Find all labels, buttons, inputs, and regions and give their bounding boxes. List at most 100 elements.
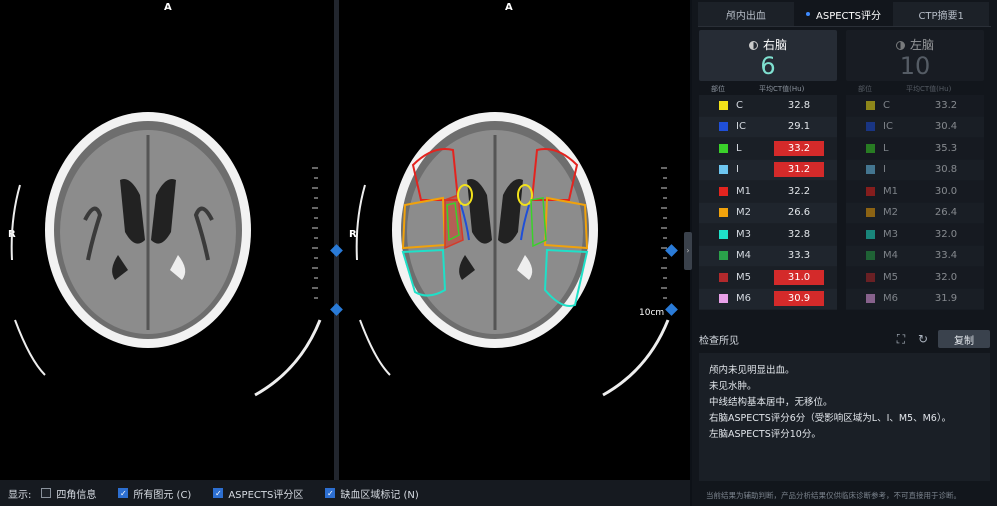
region-ct-value: 35.3 [934,142,958,154]
refresh-icon[interactable]: ↻ [916,332,930,346]
table-row: M4 33.3 [699,245,837,267]
ct-brain-aspects-overlay [355,112,670,397]
table-row: M6 31.9 [846,288,984,310]
region-ct-value: 33.2 [934,99,958,111]
region-color-swatch [866,294,875,304]
region-name: I [883,164,886,176]
option-corner-info[interactable]: 四角信息 [41,486,96,501]
tab-hemorrhage[interactable]: 颅内出血 [698,2,794,26]
brain-half-icon [895,41,905,50]
findings-text[interactable]: 颅内未见明显出血。 未见水肿。 中线结构基本居中，无移位。 右脑ASPECTS评分6分… [699,353,990,481]
hemisphere-header: 右脑 6 [699,30,837,81]
panel-collapse-toggle[interactable]: › [684,232,692,270]
region-name: M2 [883,207,898,219]
checkbox[interactable]: ✓ [213,488,224,498]
findings-section: 检查所见 ⛶ ↻ 复制 颅内未见明显出血。 未见水肿。 中线结构基本居中，无移位。右… [699,325,990,481]
tab-ctp[interactable]: CTP摘要1 [893,2,990,26]
table-row: M5 32.0 [846,267,984,289]
table-row: IC 29.1 [699,116,837,138]
region-ct-value: 30.4 [934,121,958,133]
scale-label: 10cm [639,308,665,318]
table-row: M5 31.0 [699,267,837,289]
display-label: 显示: [8,489,32,501]
region-color-swatch [719,272,728,282]
region-name: M3 [883,228,898,240]
region-color-swatch [866,186,875,196]
active-dot [806,12,811,16]
region-color-swatch [719,208,728,218]
region-color-swatch [719,294,728,304]
table-row: M1 30.0 [846,181,984,203]
table-row: C 33.2 [846,95,984,117]
tab-aspects[interactable]: ASPECTS评分 [795,2,892,26]
region-ct-value: 31.9 [934,293,958,305]
region-ct-value: 26.6 [787,207,811,219]
region-ct-value: 32.2 [787,185,811,197]
brain-half-icon [748,41,758,50]
viewport-left[interactable]: A R [0,0,336,480]
region-name: IC [883,121,893,133]
region-color-swatch [719,186,728,196]
table-row: M3 32.8 [699,224,837,246]
region-ct-value: 32.0 [934,228,958,240]
analysis-panel: 颅内出血 ASPECTS评分 CTP摘要1 右脑 6 部位 平均CT值(Hu) C… [692,0,997,506]
table-row: M1 32.2 [699,181,837,203]
region-ct-value: 26.4 [934,207,958,219]
table-row: C 32.8 [699,95,837,117]
region-table: C 32.8 IC 29.1 L 33.2 I 31.2 M1 32.2 M2 26.6 M3 32.8 M… [699,95,837,310]
region-name: M4 [883,250,898,262]
region-color-swatch [866,100,875,110]
table-row: L 33.2 [699,138,837,160]
region-color-swatch [866,208,875,218]
option-aspects-regions[interactable]: ✓ ASPECTS评分区 [213,486,303,501]
findings-line: 左脑ASPECTS评分10分。 [709,429,821,440]
checkbox[interactable] [41,488,52,498]
option-all-annotations[interactable]: ✓ 所有图元 (C) [118,486,191,501]
right-hemisphere-card[interactable]: 右脑 6 部位 平均CT值(Hu) C 32.8 IC 29.1 L 33.2 I 31.2 M1… [699,30,837,310]
region-ct-value: 31.0 [774,269,824,285]
findings-title: 检查所见 [699,335,739,347]
checkbox[interactable]: ✓ [325,488,336,498]
region-name: M2 [736,207,751,219]
region-ct-value: 30.8 [934,164,958,176]
viewport-right[interactable]: A R 10cm [343,0,685,480]
region-name: M5 [883,271,898,283]
copy-button[interactable]: 复制 [938,330,990,348]
left-hemisphere-card[interactable]: 左脑 10 部位 平均CT值(Hu) C 33.2 IC 30.4 L 35.3 I 30.8 M… [846,30,984,310]
region-color-swatch [866,122,875,132]
region-name: L [883,142,889,154]
hemisphere-header: 左脑 10 [846,30,984,81]
region-name: C [736,99,743,111]
region-name: I [736,164,739,176]
region-name: M4 [736,250,751,262]
region-name: M6 [883,293,898,305]
table-row: M6 30.9 [699,288,837,310]
image-viewer[interactable]: A R A R 10cm [0,0,690,480]
checkbox[interactable]: ✓ [118,488,129,498]
findings-line: 中线结构基本居中，无移位。 [709,397,833,408]
region-ct-value: 32.0 [934,271,958,283]
region-name: M3 [736,228,751,240]
aspects-score: 6 [760,52,776,80]
region-name: M1 [736,185,751,197]
expand-icon[interactable]: ⛶ [894,332,908,346]
hemisphere-title: 右脑 [762,38,787,52]
region-ct-value: 30.9 [774,291,824,307]
region-name: IC [736,121,746,133]
findings-line: 右脑ASPECTS评分6分（受影响区域为L、I、M5、M6）。 [709,413,952,424]
table-row: IC 30.4 [846,116,984,138]
display-options-bar: 显示: 四角信息 ✓ 所有图元 (C) ✓ ASPECTS评分区 ✓ 缺血区域标… [0,480,690,506]
table-row: M4 33.4 [846,245,984,267]
pane-splitter[interactable] [330,0,343,480]
region-color-swatch [719,143,728,153]
region-color-swatch [866,165,875,175]
region-ct-value: 33.3 [787,250,811,262]
region-color-swatch [866,143,875,153]
findings-line: 未见水肿。 [709,381,757,392]
option-ischemia-marks[interactable]: ✓ 缺血区域标记 (N) [325,486,419,501]
region-name: L [736,142,742,154]
table-row: I 31.2 [699,159,837,181]
ct-brain-image [10,112,322,397]
region-name: M6 [736,293,751,305]
region-color-swatch [866,272,875,282]
